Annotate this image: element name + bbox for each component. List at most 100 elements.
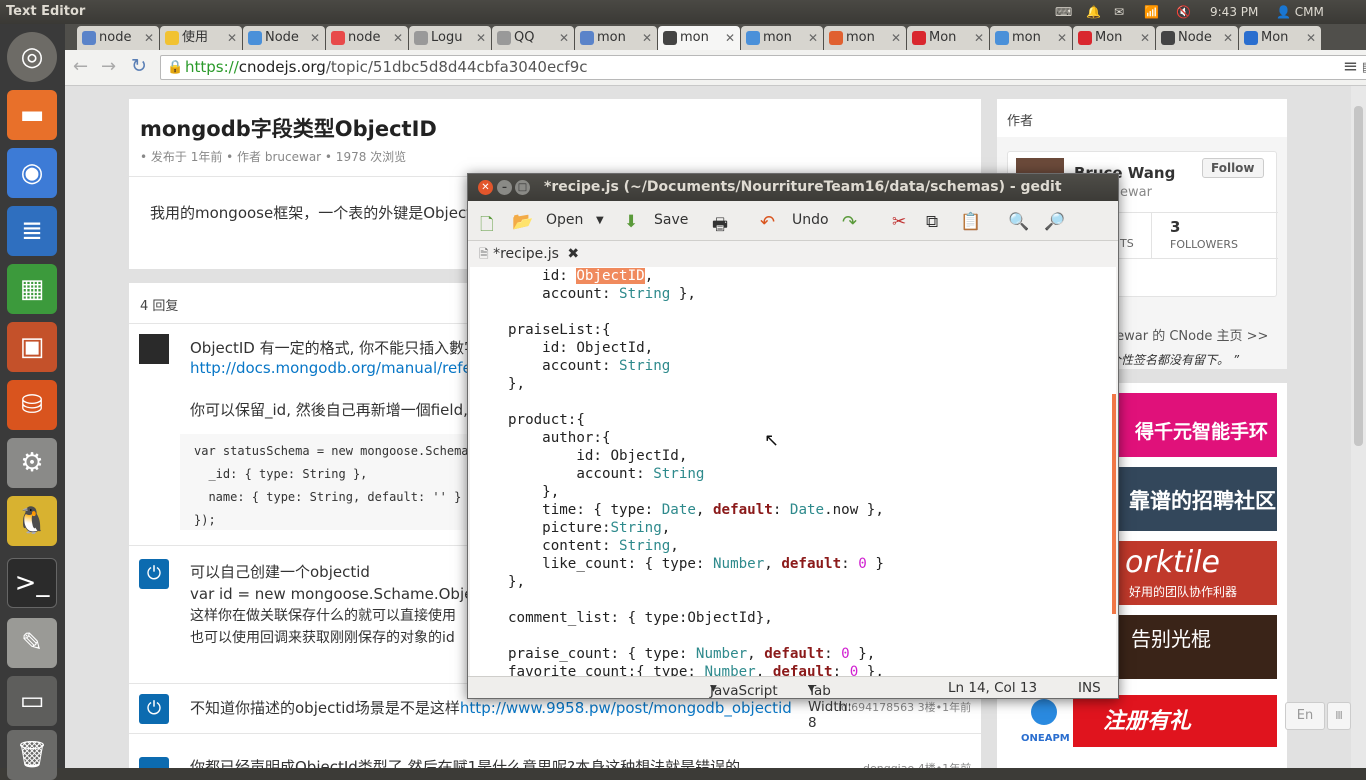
browser-tab[interactable]: mon ✕ — [575, 26, 657, 50]
browser-tab[interactable]: Node ✕ — [1156, 26, 1238, 50]
open-button[interactable]: Open — [546, 212, 583, 228]
translate-icon[interactable]: ▤ — [1362, 56, 1366, 79]
browser-tab-active[interactable]: mon ✕ — [658, 26, 740, 50]
user-menu[interactable]: 👤 CMM — [1276, 3, 1324, 21]
settings-icon[interactable]: ⚙ — [7, 438, 57, 488]
keyboard-icon[interactable]: ⌨ — [1055, 3, 1072, 21]
close-icon[interactable]: ✕ — [393, 26, 403, 50]
reload-icon[interactable]: ↻ — [131, 55, 147, 77]
software-center-icon[interactable]: ⛁ — [7, 380, 57, 430]
gedit-titlebar[interactable]: ✕ – □ *recipe.js (~/Documents/Nourriture… — [468, 174, 1118, 201]
reply-meta: dengqiao 4楼•1年前 — [863, 760, 971, 768]
language-selector[interactable]: JavaScript ▾ — [710, 680, 778, 699]
close-icon[interactable]: ✕ — [144, 26, 154, 50]
address-bar[interactable]: 🔒 https://cnodejs.org/topic/51dbc5d8d44c… — [160, 55, 1366, 80]
close-icon[interactable]: ✕ — [891, 26, 901, 50]
chromium-icon[interactable]: ◉ — [7, 148, 57, 198]
scrollbar-thumb[interactable] — [1354, 106, 1363, 446]
tab-width-selector[interactable]: Tab Width: 8 ▾ — [808, 680, 852, 731]
close-icon[interactable]: ✕ — [1223, 26, 1233, 50]
power-avatar-icon[interactable] — [139, 757, 169, 768]
search-replace-icon[interactable]: 🔎 — [1044, 212, 1065, 232]
minimize-icon[interactable]: – — [497, 180, 512, 195]
pause-icon[interactable]: Ⅲ — [1327, 702, 1351, 730]
close-icon[interactable]: ✕ — [808, 26, 818, 50]
close-icon[interactable]: ✕ — [725, 26, 735, 50]
avatar[interactable] — [139, 334, 169, 364]
browser-tab[interactable]: mon ✕ — [741, 26, 823, 50]
workspace-switcher-icon[interactable]: ▭ — [7, 676, 57, 726]
undo-button[interactable]: Undo — [792, 212, 829, 228]
writer-icon[interactable]: ≣ — [7, 206, 57, 256]
browser-tab[interactable]: Mon ✕ — [1239, 26, 1321, 50]
redo-icon[interactable]: ↷ — [842, 212, 857, 233]
page-scrollbar[interactable] — [1351, 86, 1366, 768]
clock[interactable]: 9:43 PM — [1210, 3, 1258, 21]
back-arrow-icon[interactable]: ← — [73, 56, 88, 77]
cut-icon[interactable]: ✂ — [892, 212, 906, 232]
trash-icon[interactable]: 🗑 — [7, 730, 57, 780]
close-icon[interactable]: ✕ — [1057, 26, 1067, 50]
browser-tab[interactable]: QQ ✕ — [492, 26, 574, 50]
follow-button[interactable]: Follow — [1202, 158, 1264, 178]
reply-line: 可以自己创建一个objectid — [190, 563, 370, 581]
menu-icon[interactable]: ≡ — [1343, 56, 1358, 77]
close-icon[interactable]: ✕ — [974, 26, 984, 50]
close-icon[interactable]: ✕ — [1140, 26, 1150, 50]
close-icon[interactable]: ✕ — [476, 26, 486, 50]
browser-tab[interactable]: mon ✕ — [990, 26, 1072, 50]
wifi-icon[interactable]: 📶 — [1144, 3, 1159, 21]
save-button[interactable]: Save — [654, 212, 688, 228]
print-icon[interactable]: 🖶 — [712, 212, 728, 241]
close-icon[interactable]: ✕ — [310, 26, 320, 50]
open-folder-icon[interactable]: 📂 — [512, 212, 533, 232]
notification-icon[interactable]: 🔔 — [1086, 3, 1101, 21]
close-icon[interactable]: ✕ — [642, 26, 652, 50]
close-icon[interactable]: ✕ — [559, 26, 569, 50]
volume-icon[interactable]: 🔇 — [1176, 3, 1191, 21]
new-document-icon[interactable]: 🗋 — [480, 212, 494, 241]
save-icon[interactable]: ⬇ — [624, 212, 638, 232]
ubuntu-logo-icon[interactable]: ◎ — [7, 32, 57, 82]
browser-tab[interactable]: Mon ✕ — [907, 26, 989, 50]
author-home-link[interactable]: cewar 的 CNode 主页 >> — [1109, 325, 1268, 344]
text-editor-icon[interactable]: ✎ — [7, 618, 57, 668]
close-icon[interactable]: ✖ — [567, 246, 579, 262]
browser-tab[interactable]: 使用 ✕ — [160, 26, 242, 50]
maximize-icon[interactable]: □ — [515, 180, 530, 195]
tab-label: Mon — [929, 30, 957, 45]
search-icon[interactable]: 🔍 — [1008, 212, 1029, 232]
document-tab[interactable]: 🗎 *recipe.js ✖ — [471, 242, 591, 266]
terminal-icon[interactable]: >_ — [7, 558, 57, 608]
forward-arrow-icon[interactable]: → — [101, 56, 116, 77]
calc-icon[interactable]: ▦ — [7, 264, 57, 314]
gedit-window: ✕ – □ *recipe.js (~/Documents/Nourriture… — [467, 173, 1119, 731]
power-avatar-icon[interactable]: ⏻ — [139, 559, 169, 589]
browser-tab[interactable]: mon ✕ — [824, 26, 906, 50]
impress-icon[interactable]: ▣ — [7, 322, 57, 372]
qq-penguin-icon[interactable]: 🐧 — [7, 496, 57, 546]
editor-scrollbar[interactable] — [1112, 394, 1116, 614]
browser-tab[interactable]: Mon ✕ — [1073, 26, 1155, 50]
chevron-down-icon[interactable]: ▼ — [596, 215, 604, 226]
browser-tab[interactable]: Node ✕ — [243, 26, 325, 50]
close-icon[interactable]: ✕ — [1306, 26, 1316, 50]
reply-link[interactable]: http://docs.mongodb.org/manual/refe — [190, 359, 472, 377]
reply-count: 4 回复 — [140, 299, 179, 314]
browser-tab[interactable]: Logu ✕ — [409, 26, 491, 50]
close-icon[interactable]: ✕ — [478, 180, 493, 195]
reply-link[interactable]: http://www.9958.pw/post/mongodb_objectid — [460, 699, 792, 717]
language-button[interactable]: En — [1285, 702, 1325, 730]
mail-icon[interactable]: ✉ — [1114, 3, 1124, 21]
undo-icon[interactable]: ↶ — [760, 212, 775, 233]
close-icon[interactable]: ✕ — [227, 26, 237, 50]
code-editor[interactable]: id: ObjectID, account: String }, praiseL… — [470, 267, 1116, 677]
browser-tab[interactable]: node ✕ — [326, 26, 408, 50]
copy-icon[interactable]: ⧉ — [926, 212, 938, 232]
paste-icon[interactable]: 📋 — [960, 212, 981, 232]
gedit-statusbar: JavaScript ▾ Tab Width: 8 ▾ Ln 14, Col 1… — [468, 676, 1118, 731]
files-icon[interactable]: ▬ — [7, 90, 57, 140]
power-avatar-icon[interactable]: ⏻ — [139, 694, 169, 724]
browser-tab[interactable]: node ✕ — [77, 26, 159, 50]
